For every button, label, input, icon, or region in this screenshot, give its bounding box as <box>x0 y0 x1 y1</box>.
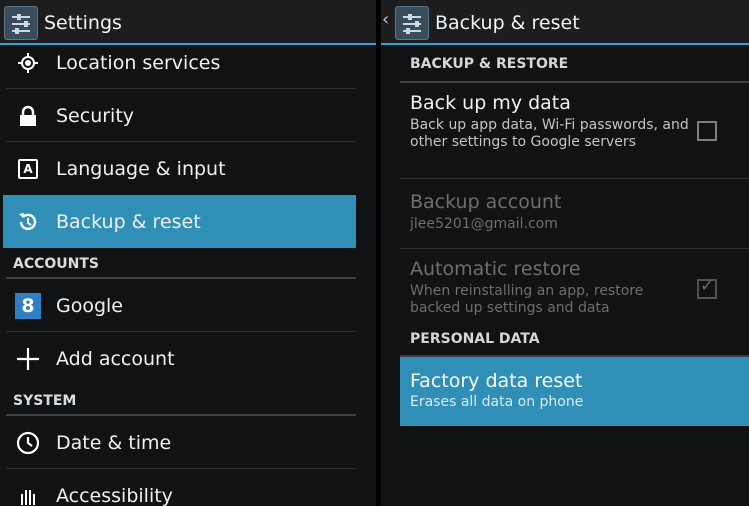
backup-title: Backup & reset <box>435 11 580 34</box>
automatic-restore-title: Automatic restore <box>410 258 581 280</box>
settings-pane: Settings Location services Security A La… <box>0 0 376 506</box>
lock-icon <box>14 102 42 130</box>
backup-restore-header: BACKUP & RESTORE <box>381 45 749 83</box>
backup-reset-pane: ‹ Backup & reset BACKUP & RESTORE Back u… <box>381 0 749 506</box>
hand-icon <box>14 482 42 506</box>
google-icon: 8 <box>14 292 42 320</box>
settings-item-google[interactable]: 8 Google <box>0 279 376 332</box>
settings-item-backup-reset[interactable]: Backup & reset <box>3 195 356 248</box>
settings-item-language-input[interactable]: A Language & input <box>0 142 376 195</box>
settings-item-label: Backup & reset <box>56 210 201 233</box>
settings-item-label: Add account <box>56 347 175 370</box>
backup-my-data-item[interactable]: Back up my data Back up app data, Wi-Fi … <box>381 83 749 179</box>
factory-data-reset-item[interactable]: Factory data reset Erases all data on ph… <box>400 357 749 426</box>
backup-account-summary: jlee5201@gmail.com <box>410 216 558 232</box>
settings-item-location-services[interactable]: Location services <box>0 36 376 89</box>
location-icon <box>14 49 42 77</box>
plus-icon <box>14 345 42 373</box>
settings-item-label: Language & input <box>56 157 226 180</box>
accounts-header: ACCOUNTS <box>0 248 376 279</box>
keyboard-icon: A <box>14 155 42 183</box>
factory-reset-title: Factory data reset <box>410 370 583 392</box>
settings-app-icon[interactable] <box>395 5 429 40</box>
up-caret-icon[interactable]: ‹ <box>382 9 389 30</box>
factory-reset-summary: Erases all data on phone <box>410 394 584 410</box>
automatic-restore-checkbox[interactable]: ✓ <box>697 276 717 299</box>
backup-icon <box>14 208 42 236</box>
backup-my-data-checkbox[interactable] <box>697 121 717 141</box>
settings-item-label: Security <box>56 104 135 127</box>
backup-account-item[interactable]: Backup account jlee5201@gmail.com <box>381 179 749 249</box>
settings-item-label: Date & time <box>56 431 172 454</box>
system-header: SYSTEM <box>0 385 376 416</box>
settings-item-label: Google <box>56 294 124 317</box>
automatic-restore-item[interactable]: Automatic restore When reinstalling an a… <box>381 249 749 329</box>
automatic-restore-summary: When reinstalling an app, restore backed… <box>410 283 644 316</box>
settings-item-add-account[interactable]: Add account <box>0 332 376 385</box>
settings-item-label: Accessibility <box>56 484 173 506</box>
personal-data-header: PERSONAL DATA <box>381 329 749 357</box>
backup-my-data-title: Back up my data <box>410 92 571 114</box>
clock-icon <box>14 429 42 457</box>
settings-title: Settings <box>44 11 122 34</box>
settings-item-security[interactable]: Security <box>0 89 376 142</box>
settings-item-label: Location services <box>56 51 221 74</box>
checkmark-icon: ✓ <box>700 276 715 296</box>
backup-action-bar: ‹ Backup & reset <box>381 0 749 45</box>
settings-item-accessibility[interactable]: Accessibility <box>0 469 376 506</box>
backup-my-data-summary: Back up app data, Wi-Fi passwords, and o… <box>410 117 689 150</box>
backup-account-title: Backup account <box>410 191 562 213</box>
settings-app-icon[interactable] <box>4 5 38 40</box>
settings-item-date-time[interactable]: Date & time <box>0 416 376 469</box>
